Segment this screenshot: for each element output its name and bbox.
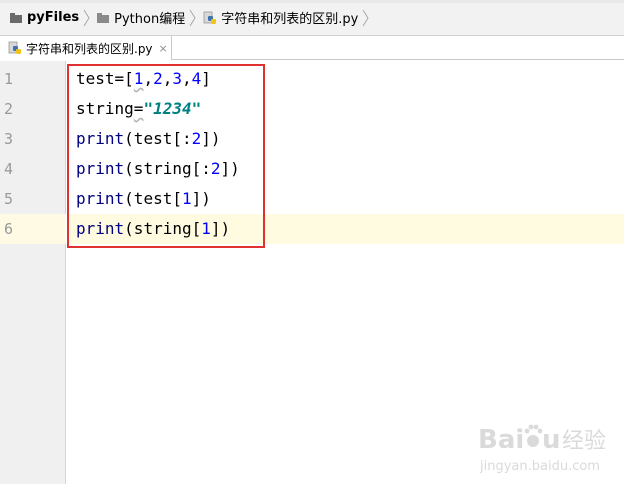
svg-text:u: u — [542, 425, 561, 455]
python-file-icon — [203, 11, 217, 24]
line-number: 2 — [4, 100, 14, 118]
svg-text:Bai: Bai — [478, 425, 524, 455]
tab-file[interactable]: 字符串和列表的区别.py × — [0, 36, 172, 60]
baidu-jingyan-watermark: Bai u 经验 jingyan.baidu.com — [478, 424, 606, 474]
navigation-bar: pyFiles Python编程 字符串和列表的区别.py — [0, 0, 624, 36]
chevron-right-icon — [83, 9, 90, 26]
breadcrumb-project[interactable]: pyFiles — [8, 7, 81, 29]
line-number: 6 — [4, 220, 14, 238]
breadcrumb-folder[interactable]: Python编程 — [95, 7, 187, 29]
toolbar-divider — [0, 0, 624, 3]
close-icon[interactable]: × — [159, 42, 168, 55]
breadcrumb-folder-label: Python编程 — [114, 12, 186, 27]
line-number: 4 — [4, 160, 14, 178]
tab-label: 字符串和列表的区别.py — [26, 41, 153, 56]
svg-text:jingyan.baidu.com: jingyan.baidu.com — [479, 459, 600, 474]
folder-icon — [97, 12, 110, 23]
line-number: 5 — [4, 190, 14, 208]
annotation-highlight-box — [67, 64, 265, 248]
breadcrumb-file[interactable]: 字符串和列表的区别.py — [201, 7, 360, 29]
chevron-right-icon — [362, 9, 369, 26]
breadcrumb-file-label: 字符串和列表的区别.py — [221, 12, 359, 27]
chevron-right-icon — [189, 9, 196, 26]
line-number: 1 — [4, 70, 14, 88]
editor-tab-bar: 字符串和列表的区别.py × — [0, 36, 624, 60]
breadcrumb-project-label: pyFiles — [27, 10, 80, 25]
folder-icon — [10, 12, 22, 23]
python-file-icon — [8, 41, 21, 54]
svg-text:经验: 经验 — [562, 429, 606, 454]
line-number-gutter: 1 2 3 4 5 6 — [0, 61, 66, 484]
line-number: 3 — [4, 130, 14, 148]
